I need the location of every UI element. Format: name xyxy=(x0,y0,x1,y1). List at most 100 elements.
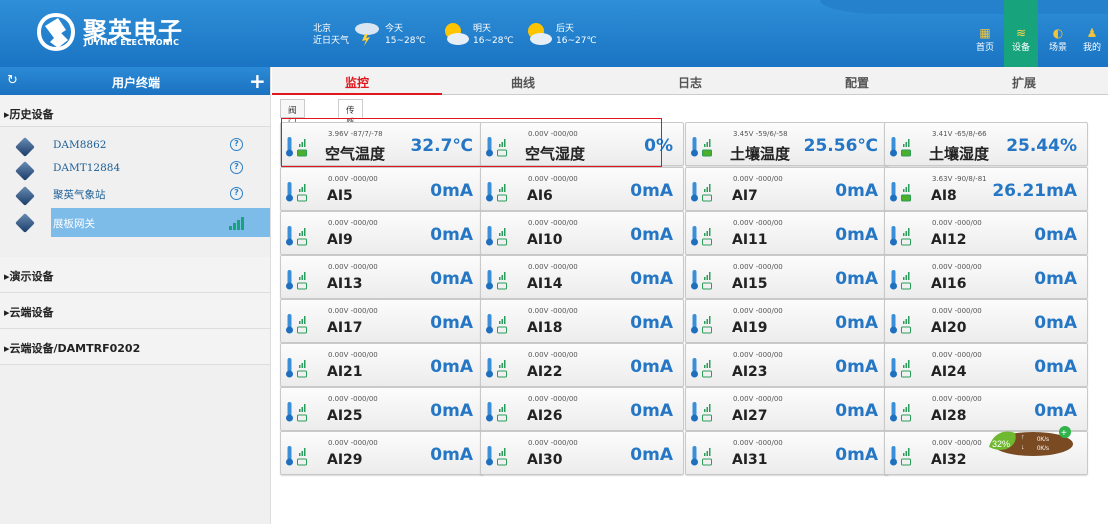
sensor-tile[interactable]: 0.00V -000/00 AI14 0mA xyxy=(480,255,684,299)
sensor-tile[interactable]: 0.00V -000/00 AI25 0mA xyxy=(280,387,484,431)
sensor-tile[interactable]: 0.00V -000/00 AI10 0mA xyxy=(480,211,684,255)
tab-config[interactable]: 配置 xyxy=(845,74,869,91)
thermometer-icon xyxy=(890,270,897,290)
signal-battery-icon xyxy=(702,360,712,378)
sensor-tile[interactable]: 0.00V -000/00 AI27 0mA xyxy=(685,387,889,431)
group-demo[interactable]: ▸演示设备 xyxy=(0,257,270,293)
help-icon[interactable]: ? xyxy=(230,138,243,151)
signal-battery-icon xyxy=(297,404,307,422)
sidebar-header: ↻ 用户终端 + xyxy=(0,67,270,95)
sensor-tile[interactable]: 0.00V -000/00 AI17 0mA xyxy=(280,299,484,343)
weather-tomorrow: 明天 16~28℃ xyxy=(473,24,514,46)
sensor-meta: 0.00V -000/00 xyxy=(528,219,578,227)
thermometer-icon xyxy=(890,182,897,202)
thermometer-icon xyxy=(890,358,897,378)
signal-battery-icon xyxy=(901,184,911,202)
sensor-tile[interactable]: 0.00V -000/00 AI6 0mA xyxy=(480,167,684,211)
device-weather-station[interactable]: 聚英气象站 ? xyxy=(0,184,270,208)
sensor-tile[interactable]: 3.45V -59/6/-58 土壤温度 25.56℃ xyxy=(685,122,889,166)
sensor-tile[interactable]: 0.00V -000/00 AI21 0mA xyxy=(280,343,484,387)
network-speed-widget: 32% ↑ 0K/s ↓ 0K/s + xyxy=(989,426,1073,456)
sensor-tile[interactable]: 0.00V -000/00 AI5 0mA xyxy=(280,167,484,211)
speed-percent: 32% xyxy=(992,439,1010,449)
thermometer-icon xyxy=(486,226,493,246)
sensor-tile[interactable]: 0.00V -000/00 AI18 0mA xyxy=(480,299,684,343)
sensor-tile[interactable]: 0.00V -000/00 AI12 0mA xyxy=(884,211,1088,255)
top-header: 聚英电子 JUYING ELECTRONIC 北京 近日天气 今天 15~28℃ 明… xyxy=(0,0,1108,67)
sensor-meta: 0.00V -000/00 xyxy=(932,439,982,447)
signal-battery-icon xyxy=(901,316,911,334)
thermometer-icon xyxy=(691,446,698,466)
group-cloud[interactable]: ▸云端设备 xyxy=(0,293,270,329)
sensor-name: AI31 xyxy=(732,452,768,468)
sensor-tile[interactable]: 3.63V -90/8/-81 AI8 26.21mA xyxy=(884,167,1088,211)
sensor-value: 0mA xyxy=(835,225,878,245)
sensor-name: AI32 xyxy=(931,452,967,468)
sensor-tile[interactable]: 0.00V -000/00 AI20 0mA xyxy=(884,299,1088,343)
subtab-valve-controller[interactable]: 阀门控制器 xyxy=(280,99,305,164)
add-device-button[interactable]: + xyxy=(249,69,266,93)
sensor-name: AI15 xyxy=(732,276,768,292)
sensor-value: 0mA xyxy=(630,225,673,245)
svg-text:↑: ↑ xyxy=(1021,434,1025,441)
sidebar-title: 用户终端 xyxy=(112,76,161,90)
tab-monitor[interactable]: 监控 xyxy=(345,74,369,91)
group-cloud-damtrf0202[interactable]: ▸云端设备/DAMTRF0202 xyxy=(0,329,270,365)
sensor-tile[interactable]: 0.00V -000/00 AI23 0mA xyxy=(685,343,889,387)
thermometer-icon xyxy=(286,358,293,378)
device-dam8862[interactable]: DAM8862 ? xyxy=(0,133,270,160)
help-icon[interactable]: ? xyxy=(230,187,243,200)
sensor-meta: 0.00V -000/00 xyxy=(932,395,982,403)
sensor-meta: 3.63V -90/8/-81 xyxy=(932,175,987,183)
sensor-tile[interactable]: 0.00V -000/00 AI9 0mA xyxy=(280,211,484,255)
sensor-tile[interactable]: 0.00V -000/00 AI22 0mA xyxy=(480,343,684,387)
thermometer-icon xyxy=(286,314,293,334)
help-icon[interactable]: ? xyxy=(230,161,243,174)
brand-name-en: JUYING ELECTRONIC xyxy=(84,38,180,47)
signal-battery-icon xyxy=(901,448,911,466)
sensor-meta: 0.00V -000/00 xyxy=(328,351,378,359)
device-damt12884[interactable]: DAMT12884 ? xyxy=(0,160,270,184)
sensor-name: AI22 xyxy=(527,364,563,380)
nav-scene[interactable]: ◐ 场景 xyxy=(1041,0,1075,67)
subtab-sensor[interactable]: 传感器 xyxy=(338,99,363,140)
nav-home[interactable]: ▦ 首页 xyxy=(966,0,1004,67)
signal-battery-icon xyxy=(702,272,712,290)
sensor-tile[interactable]: 0.00V -000/00 AI15 0mA xyxy=(685,255,889,299)
sensor-tile[interactable]: 0.00V -000/00 AI7 0mA xyxy=(685,167,889,211)
device-gateway[interactable]: 展板网关 xyxy=(0,208,270,238)
tab-extend[interactable]: 扩展 xyxy=(1012,74,1036,91)
sensor-name: AI16 xyxy=(931,276,967,292)
sensor-value: 0mA xyxy=(430,445,473,465)
tab-log[interactable]: 日志 xyxy=(678,74,702,91)
speed-up: 0K/s xyxy=(1037,437,1049,443)
sensor-tile[interactable]: 0.00V -000/00 AI30 0mA xyxy=(480,431,684,475)
signal-battery-icon xyxy=(497,360,507,378)
user-icon: ♟ xyxy=(1086,26,1098,40)
sensor-value: 0mA xyxy=(630,313,673,333)
refresh-icon[interactable]: ↻ xyxy=(7,73,18,88)
sidebar: ↻ 用户终端 + ▸历史设备 DAM8862 ? DAMT12884 ? 聚英气… xyxy=(0,67,271,524)
group-history[interactable]: ▸历史设备 xyxy=(0,95,270,127)
weather-location: 北京 近日天气 xyxy=(313,24,350,46)
sensor-tile[interactable]: 0.00V -000/00 AI31 0mA xyxy=(685,431,889,475)
sensor-tile[interactable]: 0.00V -000/00 AI29 0mA xyxy=(280,431,484,475)
nav-device[interactable]: ≋ 设备 xyxy=(1004,0,1038,67)
sensor-tile[interactable]: 0.00V -000/00 AI11 0mA xyxy=(685,211,889,255)
signal-battery-icon xyxy=(497,228,507,246)
sensor-tile[interactable]: 0.00V -000/00 AI16 0mA xyxy=(884,255,1088,299)
sensor-value: 0mA xyxy=(1034,225,1077,245)
weather-after-tomorrow: 后天 16~27℃ xyxy=(556,24,597,46)
nav-mine[interactable]: ♟ 我的 xyxy=(1076,0,1108,67)
sensor-tile[interactable]: 0.00V -000/00 AI26 0mA xyxy=(480,387,684,431)
thermometer-icon xyxy=(486,270,493,290)
sensor-value: 26.21mA xyxy=(992,181,1077,201)
tab-curve[interactable]: 曲线 xyxy=(511,74,535,91)
sensor-tile[interactable]: 3.41V -65/8/-66 土壤湿度 25.44% xyxy=(884,122,1088,166)
sensor-value: 0mA xyxy=(1034,313,1077,333)
signal-battery-icon xyxy=(901,228,911,246)
sensor-name: AI7 xyxy=(732,188,758,204)
sensor-tile[interactable]: 0.00V -000/00 AI24 0mA xyxy=(884,343,1088,387)
sensor-tile[interactable]: 0.00V -000/00 AI19 0mA xyxy=(685,299,889,343)
sensor-tile[interactable]: 0.00V -000/00 AI13 0mA xyxy=(280,255,484,299)
